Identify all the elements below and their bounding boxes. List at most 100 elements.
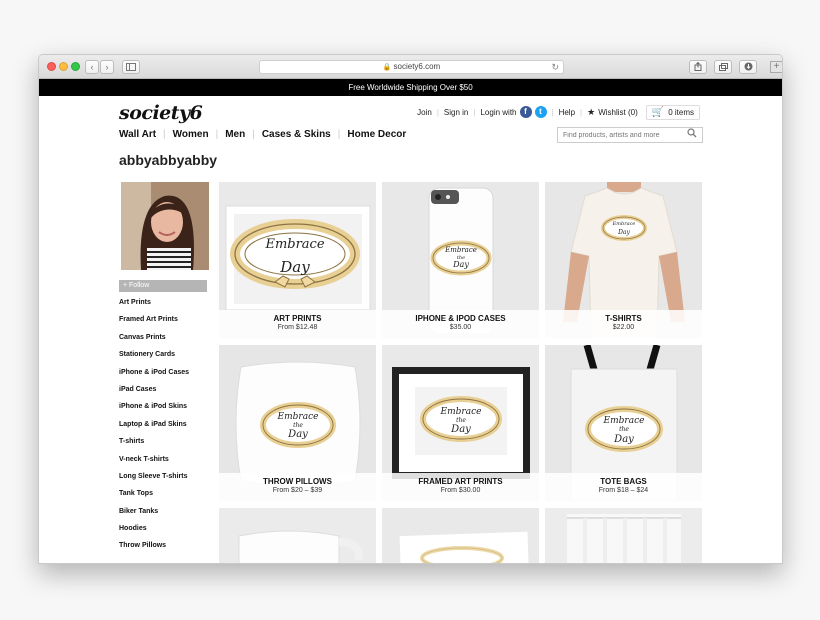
minimize-window-button[interactable] (59, 62, 68, 71)
artwork-text: Day (452, 260, 469, 269)
product-label: ART PRINTS From $12.48 (219, 310, 376, 338)
back-button[interactable]: ‹ (85, 60, 99, 74)
product-tile-mugs[interactable] (219, 508, 376, 563)
wishlist-link[interactable]: Wishlist (0) (598, 108, 638, 117)
divider: | (215, 129, 219, 140)
star-icon: ★ (587, 106, 596, 117)
category-link[interactable]: T-shirts (119, 437, 189, 454)
main-nav: Wall Art | Women | Men | Cases & Skins |… (119, 129, 406, 140)
artwork-text: Day (450, 424, 471, 435)
share-button[interactable] (689, 60, 707, 74)
divider: | (163, 129, 166, 140)
category-link[interactable]: Biker Tanks (119, 507, 189, 524)
sidebar-toggle-button[interactable] (122, 60, 140, 74)
product-price: From $18 – $24 (598, 487, 649, 494)
product-title: TOTE BAGS (600, 477, 647, 486)
browser-toolbar: ‹ › 🔒 society6.com ↻ + (39, 55, 782, 79)
twitter-icon[interactable]: t (534, 106, 547, 118)
product-tile-t-shirts[interactable]: Embrace Day T-SHIRTS $22.00 (545, 182, 702, 338)
cart-button[interactable]: 🛒 0 items (645, 104, 700, 120)
artwork-text: Day (287, 429, 308, 440)
login-with-label: Login with (480, 107, 517, 117)
search-icon[interactable] (687, 128, 697, 141)
follow-button[interactable]: + Follow (119, 280, 207, 292)
product-tile-cards[interactable] (382, 508, 539, 563)
downloads-button[interactable] (739, 60, 757, 74)
mug-image (219, 508, 376, 563)
search-input[interactable] (557, 127, 703, 143)
close-window-button[interactable] (47, 62, 56, 71)
product-label: TOTE BAGS From $18 – $24 (545, 473, 702, 501)
site-logo[interactable]: society6 (119, 102, 203, 124)
product-price: $22.00 (612, 324, 635, 331)
product-tile-tote-bags[interactable]: Embrace the Day TOTE BAGS From $18 – $24 (545, 345, 702, 501)
category-link[interactable]: iPhone & iPod Cases (119, 368, 189, 385)
artwork-text: Embrace (264, 237, 324, 252)
sign-in-link[interactable]: Sign in (444, 108, 468, 117)
product-tile-art-prints[interactable]: Embrace Day ART PRINTS From $12.48 (219, 182, 376, 338)
product-label: FRAMED ART PRINTS From $30.00 (382, 473, 539, 501)
nav-item-cases-skins[interactable]: Cases & Skins (262, 129, 331, 140)
cart-count: 0 items (668, 107, 694, 117)
download-icon (744, 62, 752, 71)
category-link[interactable]: iPad Cases (119, 385, 189, 402)
product-tile-throw-pillows[interactable]: Embrace the Day THROW PILLOWS From $20 –… (219, 345, 376, 501)
address-bar[interactable]: 🔒 society6.com ↻ (259, 60, 564, 74)
forward-button[interactable]: › (100, 60, 114, 74)
artwork-text: Embrace (277, 412, 319, 422)
account-links: Join | Sign in | Login with f t | Help |… (417, 104, 700, 120)
divider: | (436, 107, 439, 117)
product-price: From $30.00 (440, 487, 481, 494)
product-tile-iphone-cases[interactable]: Embrace the Day IPHONE & IPOD CASES $35.… (382, 182, 539, 338)
tabs-overview-button[interactable] (714, 60, 732, 74)
browser-window: ‹ › 🔒 society6.com ↻ + Free Worldwide Shi… (38, 54, 783, 564)
category-link[interactable]: Laptop & iPad Skins (119, 420, 189, 437)
artwork-text: Day (617, 229, 630, 236)
curtain-image (545, 508, 702, 563)
card-image (382, 508, 539, 563)
nav-item-women[interactable]: Women (173, 129, 209, 140)
share-icon (694, 61, 702, 71)
category-link[interactable]: Tank Tops (119, 489, 189, 506)
artwork-text: the (293, 422, 303, 429)
artwork-text: the (456, 417, 466, 424)
product-label: IPHONE & IPOD CASES $35.00 (382, 310, 539, 338)
nav-item-men[interactable]: Men (225, 129, 245, 140)
nav-item-home-decor[interactable]: Home Decor (347, 129, 406, 140)
shipping-banner: Free Worldwide Shipping Over $50 (39, 79, 782, 96)
product-price: $35.00 (449, 324, 472, 331)
artwork-text: Day (613, 434, 634, 445)
category-link[interactable]: Art Prints (119, 298, 189, 315)
category-link[interactable]: iPhone & iPod Skins (119, 402, 189, 419)
category-link[interactable]: Canvas Prints (119, 333, 189, 350)
divider: | (473, 107, 476, 117)
cart-icon: 🛒 (651, 106, 665, 118)
product-tile-framed-art-prints[interactable]: Embrace the Day FRAMED ART PRINTS From $… (382, 345, 539, 501)
product-label: THROW PILLOWS From $20 – $39 (219, 473, 376, 501)
url-text: society6.com (393, 62, 441, 71)
join-link[interactable]: Join (417, 108, 432, 117)
nav-item-wall-art[interactable]: Wall Art (119, 129, 156, 140)
category-list: Art Prints Framed Art Prints Canvas Prin… (119, 298, 189, 559)
product-tile-shower-curtains[interactable] (545, 508, 702, 563)
category-link[interactable]: Framed Art Prints (119, 315, 189, 332)
facebook-icon[interactable]: f (519, 106, 532, 118)
divider: | (551, 107, 554, 117)
category-link[interactable]: Hoodies (119, 524, 189, 541)
reload-icon[interactable]: ↻ (551, 61, 559, 73)
artwork-text: Embrace (612, 221, 636, 227)
new-tab-button[interactable]: + (770, 61, 782, 73)
lock-icon: 🔒 (382, 64, 392, 71)
category-link[interactable]: Throw Pillows (119, 541, 189, 558)
divider: | (337, 129, 341, 140)
category-link[interactable]: Stationery Cards (119, 350, 189, 367)
divider: | (252, 129, 255, 140)
category-link[interactable]: Long Sleeve T-shirts (119, 472, 189, 489)
artwork-text: the (619, 426, 629, 433)
zoom-window-button[interactable] (71, 62, 80, 71)
category-link[interactable]: V-neck T-shirts (119, 455, 189, 472)
divider: | (580, 107, 583, 117)
artwork-text: Embrace (444, 246, 477, 254)
product-title: IPHONE & IPOD CASES (415, 314, 506, 323)
help-link[interactable]: Help (559, 108, 575, 117)
